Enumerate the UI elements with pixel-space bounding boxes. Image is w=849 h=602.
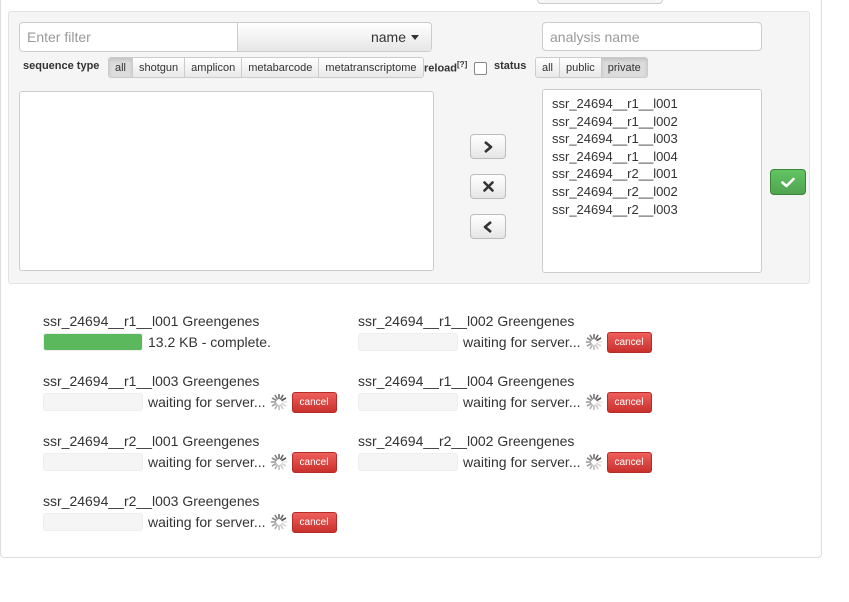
list-item[interactable]: ssr_24694__r1__l001	[552, 95, 752, 113]
seqtype-option-metatranscriptome[interactable]: metatranscriptome	[319, 58, 423, 77]
reload-checkbox[interactable]	[474, 62, 487, 75]
job-title: ssr_24694__r1__l001 Greengenes	[43, 313, 260, 329]
chevron-left-icon	[483, 220, 492, 233]
progress-bar	[43, 333, 143, 351]
status-option-private[interactable]: private	[601, 58, 647, 77]
sequence-type-label: sequence type	[23, 60, 100, 72]
add-selected-button[interactable]	[470, 134, 506, 159]
remove-selected-button[interactable]	[470, 214, 506, 239]
progress-bar	[43, 453, 143, 471]
list-item[interactable]: ssr_24694__r2__l003	[552, 201, 752, 219]
list-item[interactable]: ssr_24694__r1__l004	[552, 148, 752, 166]
spinner-icon	[270, 453, 287, 471]
progress-bar	[358, 393, 458, 411]
job-status: waiting for server...	[463, 334, 581, 350]
job-item: ssr_24694__r1__l002 Greengenes waiting f…	[358, 312, 668, 353]
list-item[interactable]: ssr_24694__r2__l002	[552, 183, 752, 201]
progress-bar	[358, 333, 458, 351]
analysis-name-input[interactable]	[542, 22, 762, 51]
seqtype-option-all[interactable]: all	[109, 58, 134, 77]
job-status: waiting for server...	[148, 514, 266, 530]
cancel-button[interactable]: cancel	[291, 511, 337, 533]
spinner-icon	[270, 513, 287, 531]
list-item[interactable]: ssr_24694__r1__l002	[552, 113, 752, 131]
job-item: ssr_24694__r2__l003 Greengenes waiting f…	[43, 492, 353, 533]
confirm-button[interactable]	[770, 169, 806, 195]
job-item: ssr_24694__r2__l002 Greengenes waiting f…	[358, 432, 668, 473]
reload-label: reload[?]	[424, 60, 467, 75]
clear-selection-button[interactable]	[470, 174, 506, 199]
check-icon	[781, 177, 795, 187]
progress-bar	[43, 393, 143, 411]
job-status: waiting for server...	[148, 394, 266, 410]
status-option-all[interactable]: all	[536, 58, 561, 77]
status-label: status	[494, 60, 527, 72]
job-title: ssr_24694__r1__l004 Greengenes	[358, 373, 575, 389]
cancel-button[interactable]: cancel	[606, 391, 652, 413]
job-item: ssr_24694__r1__l001 Greengenes 13.2 KB -…	[43, 312, 353, 351]
job-title: ssr_24694__r1__l003 Greengenes	[43, 373, 260, 389]
spinner-icon	[585, 333, 602, 351]
spinner-icon	[270, 393, 287, 411]
job-item: ssr_24694__r2__l001 Greengenes waiting f…	[43, 432, 353, 473]
progress-bar	[358, 453, 458, 471]
job-item: ssr_24694__r1__l004 Greengenes waiting f…	[358, 372, 668, 413]
progress-bar	[43, 513, 143, 531]
chevron-right-icon	[484, 140, 493, 153]
reload-label-text: reload	[424, 62, 458, 75]
job-status: waiting for server...	[148, 454, 266, 470]
cancel-button[interactable]: cancel	[291, 391, 337, 413]
sort-dropdown-label: name	[370, 29, 406, 45]
job-title: ssr_24694__r1__l002 Greengenes	[358, 313, 575, 329]
job-title: ssr_24694__r2__l003 Greengenes	[43, 493, 260, 509]
spinner-icon	[585, 393, 602, 411]
status-option-public[interactable]: public	[560, 58, 602, 77]
job-title: ssr_24694__r2__l001 Greengenes	[43, 433, 260, 449]
list-item[interactable]: ssr_24694__r2__l001	[552, 165, 752, 183]
sequence-type-toggle: all shotgun amplicon metabarcode metatra…	[108, 57, 424, 78]
cancel-button[interactable]: cancel	[291, 451, 337, 473]
seqtype-option-shotgun[interactable]: shotgun	[133, 58, 186, 77]
sort-dropdown[interactable]: name	[238, 23, 431, 51]
available-list[interactable]	[19, 91, 434, 271]
filter-group: name	[19, 22, 432, 52]
cancel-button[interactable]: cancel	[606, 451, 652, 473]
status-toggle: all public private	[535, 57, 648, 78]
remove-icon	[482, 181, 494, 192]
selected-list[interactable]: ssr_24694__r1__l001 ssr_24694__r1__l002 …	[542, 89, 762, 273]
reload-help-link[interactable]: [?]	[457, 60, 467, 69]
job-title: ssr_24694__r2__l002 Greengenes	[358, 433, 575, 449]
caret-down-icon	[411, 34, 419, 40]
spinner-icon	[585, 453, 602, 471]
job-status: 13.2 KB - complete.	[148, 334, 271, 350]
filter-input[interactable]	[20, 23, 238, 51]
cancel-button[interactable]: cancel	[606, 331, 652, 353]
seqtype-option-metabarcode[interactable]: metabarcode	[242, 58, 320, 77]
top-tab-button[interactable]	[537, 0, 663, 4]
list-item[interactable]: ssr_24694__r1__l003	[552, 130, 752, 148]
seqtype-option-amplicon[interactable]: amplicon	[185, 58, 243, 77]
job-item: ssr_24694__r1__l003 Greengenes waiting f…	[43, 372, 353, 413]
progress-bar-fill	[44, 334, 142, 350]
job-status: waiting for server...	[463, 454, 581, 470]
job-status: waiting for server...	[463, 394, 581, 410]
